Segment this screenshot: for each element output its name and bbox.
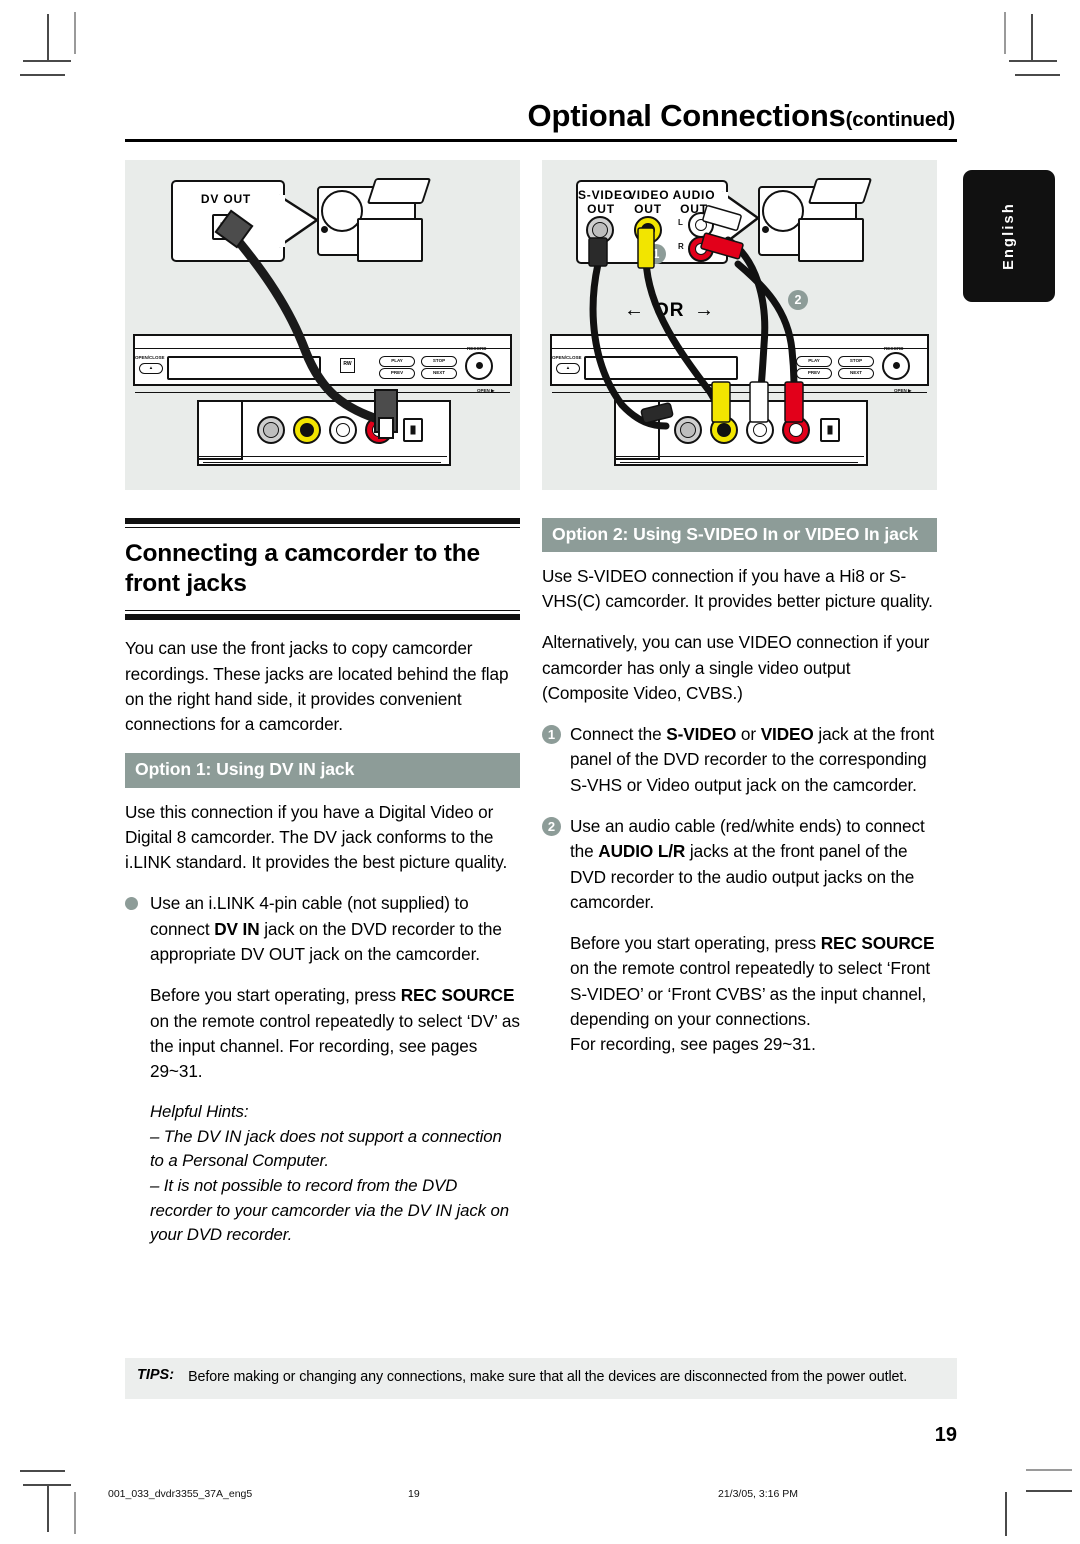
page-title-continued: (continued) (845, 108, 956, 131)
s-video-video-audio-connection-diagram: S-VIDEO OUT VIDEO OUT AUDIO OUT L R 1 2 … (542, 159, 937, 490)
crop-mark-br-h (1026, 1490, 1072, 1492)
list-item: Use an i.LINK 4-pin cable (not supplied)… (125, 891, 520, 967)
step-2-bold: AUDIO L/R (598, 841, 686, 862)
crop-mark-tr-h (1009, 60, 1057, 62)
section-rule-under-thick (125, 614, 520, 621)
section-rule-mid (125, 526, 520, 529)
rec-source-note: Before you start operating, press REC SO… (150, 983, 520, 1247)
list-item: 2 Use an audio cable (red/white ends) to… (542, 814, 937, 915)
helpful-hints-title: Helpful Hints: (150, 1102, 249, 1122)
crop-mark-bl-v (47, 1484, 49, 1532)
text-columns: Connecting a camcorder to the front jack… (125, 517, 957, 1248)
crop-mark-bl-bar-h (20, 1470, 65, 1472)
recording-pages-note: For recording, see pages 29~31. (570, 1034, 816, 1055)
step-1-pre: Connect the (570, 724, 667, 745)
crop-mark-tr-v (1031, 14, 1033, 62)
option-1-paragraph: Use this connection if you have a Digita… (125, 801, 508, 873)
step-1-bold-video: VIDEO (760, 724, 814, 745)
section-title: Connecting a camcorder to the front jack… (125, 540, 480, 597)
step-badge-2: 2 (542, 817, 561, 837)
rec-source-right-bold: REC SOURCE (820, 933, 935, 954)
rec-source-paragraph: Before you start operating, press REC SO… (150, 983, 520, 1084)
crop-mark-tl-bar-v (74, 12, 76, 54)
page-content: Optional Connections(continued) DV OUT O… (125, 98, 957, 1430)
list-item: 1 Connect the S-VIDEO or VIDEO jack at t… (542, 722, 937, 798)
language-tab-label: English (1001, 202, 1017, 270)
crop-mark-bl-h (23, 1484, 71, 1486)
option-1-heading: Option 1: Using DV IN jack (125, 753, 520, 788)
option-2-paragraph-2: Alternatively, you can use VIDEO connect… (542, 632, 930, 703)
crop-mark-br-bar-h (1026, 1469, 1072, 1471)
rec-source-pre: Before you start operating, press (150, 985, 401, 1006)
crop-mark-bl-bar-v (74, 1492, 76, 1534)
tips-label: TIPS: (137, 1367, 175, 1383)
rec-source-right-pre: Before you start operating, press (570, 933, 821, 954)
tips-strip: TIPS: Before making or changing any conn… (125, 1358, 957, 1400)
illustration-row: DV OUT OPEN/CLOSE ▲ RW PLAY STOP PREV NE… (125, 159, 957, 490)
crop-mark-tr-bar-h (1015, 74, 1060, 76)
crop-mark-tl-v (47, 14, 49, 62)
page-title-main: Optional Connections (527, 98, 846, 133)
rec-source-bold: REC SOURCE (400, 985, 515, 1006)
right-column: Option 2: Using S-VIDEO In or VIDEO In j… (542, 517, 937, 1248)
page-number: 19 (934, 1424, 957, 1446)
option-2-heading: Option 2: Using S-VIDEO In or VIDEO In j… (542, 517, 937, 552)
rec-source-right-post: on the remote control repeatedly to sele… (570, 958, 931, 1029)
av-cables (588, 204, 804, 430)
helpful-hint-1: – The DV IN jack does not support a conn… (150, 1126, 502, 1171)
printer-footer-date: 21/3/05, 3:16 PM (718, 1488, 798, 1500)
header-divider (125, 138, 957, 142)
section-rule-top (125, 517, 520, 524)
option-2-paragraph-1: Use S-VIDEO connection if you have a Hi8… (542, 565, 933, 612)
step-1-bold-svideo: S-VIDEO (666, 724, 737, 745)
step-2-text: Use an audio cable (red/white ends) to c… (570, 814, 937, 915)
bullet-text-bold: DV IN (214, 918, 260, 939)
section-rule-under (125, 609, 520, 612)
crop-mark-tl-bar-h (20, 74, 65, 76)
language-tab: English (963, 170, 1055, 302)
dv-in-connection-diagram: DV OUT OPEN/CLOSE ▲ RW PLAY STOP PREV NE… (125, 159, 520, 490)
step-badge-1: 1 (542, 725, 561, 745)
bullet-text: Use an i.LINK 4-pin cable (not supplied)… (150, 891, 520, 967)
crop-mark-tr-bar-v (1004, 12, 1006, 54)
page-title: Optional Connections(continued) (125, 98, 957, 133)
tips-text: Before making or changing any connection… (188, 1369, 908, 1385)
step-1-text: Connect the S-VIDEO or VIDEO jack at the… (570, 722, 937, 798)
step-1-mid: or (736, 724, 761, 745)
crop-mark-br-bar-v (1005, 1492, 1007, 1536)
printer-footer-page: 19 (408, 1488, 420, 1500)
intro-paragraph: You can use the front jacks to copy camc… (125, 638, 509, 735)
helpful-hint-2: – It is not possible to record from the … (150, 1176, 509, 1245)
bullet-dot-icon (125, 897, 138, 911)
rec-source-note-right: Before you start operating, press REC SO… (570, 931, 937, 1057)
printer-footer-file: 001_033_dvdr3355_37A_eng5 (108, 1488, 253, 1500)
dv-cable (214, 208, 398, 439)
left-column: Connecting a camcorder to the front jack… (125, 517, 520, 1248)
printer-footer: 001_033_dvdr3355_37A_eng5 19 21/3/05, 3:… (108, 1488, 980, 1500)
rec-source-post: on the remote control repeatedly to sele… (150, 1010, 520, 1082)
rec-source-paragraph-right: Before you start operating, press REC SO… (570, 931, 937, 1032)
crop-mark-tl-h (23, 60, 71, 62)
